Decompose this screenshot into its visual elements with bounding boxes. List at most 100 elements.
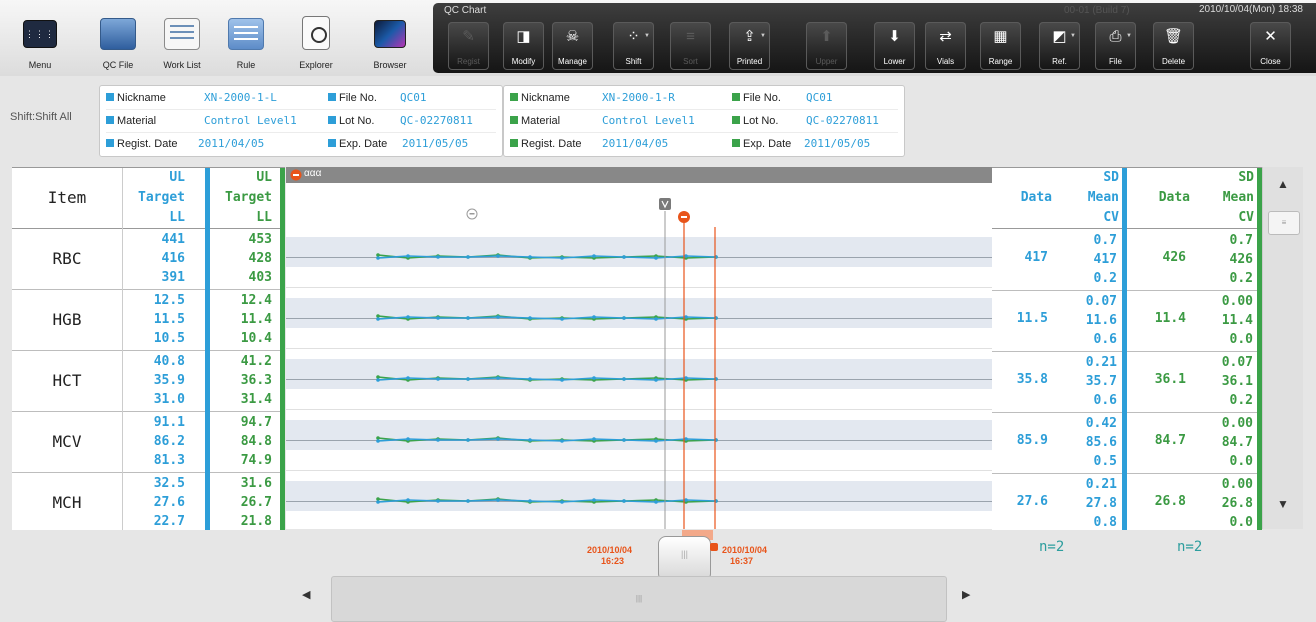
data-value-r: 36.1	[1154, 372, 1186, 387]
toolbar-regist-button[interactable]: ✎ Regist	[448, 22, 489, 70]
qc-file-button[interactable]: QC File	[86, 10, 150, 72]
cursor-left-label: 2010/10/04 16:23	[587, 545, 632, 567]
series-point	[496, 437, 500, 441]
info-row-dates: Regist. Date 2011/04/05 Exp. Date 2011/0…	[106, 134, 496, 154]
scroll-thumb[interactable]: ≡	[1268, 211, 1300, 235]
toolbar-button-label: Vials	[936, 57, 955, 66]
sd-value: 0.7	[1093, 233, 1117, 248]
info-row-dates: Regist. Date 2011/04/05 Exp. Date 2011/0…	[510, 134, 898, 154]
cursor-handle[interactable]: |||	[658, 536, 711, 580]
count-panel: n=2 n=2	[992, 530, 1316, 622]
toolbar-lower-button[interactable]: ⬇ Lower	[874, 22, 915, 70]
limits-row-mch[interactable]: MCH 32.5 27.6 22.7 31.6 26.7 21.8	[12, 472, 285, 534]
toolbar-button-label: Manage	[558, 57, 587, 66]
series-point	[496, 315, 500, 319]
series-point	[592, 376, 596, 380]
stats-row-hgb[interactable]: 11.5 0.07 11.6 0.6 11.4 0.00 11.4 0.0	[992, 290, 1262, 352]
ul-value: 32.5	[153, 476, 185, 491]
sd-value: 0.07	[1221, 355, 1253, 370]
series-point	[466, 316, 470, 320]
limits-header-r: UL Target LL	[210, 168, 277, 228]
data-value-l: 35.8	[1016, 372, 1048, 387]
series-point	[560, 439, 564, 443]
vertical-scrollbar[interactable]: ▲ ≡ ▼	[1262, 167, 1303, 529]
series-point	[406, 498, 410, 502]
limits-l: 441 416 391	[123, 230, 190, 287]
file-no-key: File No.	[339, 92, 377, 104]
toolbar-button-label: Printed	[736, 57, 763, 66]
series-point	[436, 316, 440, 320]
range-end-marker[interactable]	[710, 543, 718, 551]
work-list-button[interactable]: Work List	[150, 10, 214, 72]
limits-row-hgb[interactable]: HGB 12.5 11.5 10.5 12.4 11.4 10.4	[12, 289, 285, 351]
cv-value: 0.5	[1093, 454, 1117, 469]
ul-value: 12.4	[240, 293, 272, 308]
toolbar-vials-button[interactable]: ⇄ Vials	[925, 22, 966, 70]
scroll-down-button[interactable]: ▼	[1263, 497, 1303, 511]
toolbar-sort-button[interactable]: ≡ Sort	[670, 22, 711, 70]
toolbar-upper-button[interactable]: ⬆ Upper	[806, 22, 847, 70]
toolbar-range-button[interactable]: ▦ Range	[980, 22, 1021, 70]
target-value: 86.2	[153, 434, 185, 449]
nickname-value: XN-2000-1-L	[204, 91, 277, 104]
qc-limits-table: Item UL Target LL UL Target LL RBC 441 416…	[12, 167, 285, 534]
stats-row-mcv[interactable]: 85.9 0.42 85.6 0.5 84.7 0.00 84.7 0.0	[992, 412, 1262, 474]
scroll-up-button[interactable]: ▲	[1263, 177, 1303, 191]
series-point	[684, 376, 688, 380]
work-list-icon	[164, 18, 200, 50]
limits-row-hct[interactable]: HCT 40.8 35.9 31.0 41.2 36.3 31.4	[12, 350, 285, 412]
shift-label: Shift:Shift All	[10, 111, 72, 123]
toolbar-delete-button[interactable]: 🗑 Delete	[1153, 22, 1194, 70]
qc-chart-area[interactable]: ααα	[286, 167, 992, 532]
browser-button[interactable]: Browser	[358, 10, 422, 72]
scroll-right-button[interactable]: ▶	[962, 588, 970, 601]
menu-button[interactable]: ⋮⋮⋮ Menu	[8, 10, 72, 72]
stats-row-hct[interactable]: 35.8 0.21 35.7 0.6 36.1 0.07 36.1 0.2	[992, 351, 1262, 413]
limits-row-mcv[interactable]: MCV 91.1 86.2 81.3 94.7 84.8 74.9	[12, 411, 285, 473]
stats-r: 0.07 36.1 0.2	[1192, 353, 1253, 410]
regist-date-key: Regist. Date	[117, 138, 178, 150]
stats-l: 0.7 417 0.2	[1054, 231, 1117, 288]
series-point	[376, 500, 380, 504]
toolbar-shift-button[interactable]: ⁘ ▼ Shift	[613, 22, 654, 70]
series-point	[496, 376, 500, 380]
horizontal-scroll-track[interactable]: |||	[331, 576, 947, 622]
series-point	[496, 498, 500, 502]
toolbar-printed-button[interactable]: ⇪ ▼ Printed	[729, 22, 770, 70]
stats-row-mch[interactable]: 27.6 0.21 27.8 0.8 26.8 0.00 26.8 0.0	[992, 473, 1262, 535]
explorer-icon	[302, 16, 330, 50]
series-point	[622, 438, 626, 442]
series-point	[654, 317, 658, 321]
scroll-left-button[interactable]: ◀	[302, 588, 310, 601]
cv-value: 0.2	[1093, 271, 1117, 286]
limits-row-rbc[interactable]: RBC 441 416 391 453 428 403	[12, 228, 285, 290]
data-header: Data	[1020, 190, 1052, 205]
data-value-r: 426	[1162, 250, 1186, 265]
toolbar-file-button[interactable]: ⎙ ▼ File	[1095, 22, 1136, 70]
series-point	[654, 378, 658, 382]
target-value: 26.7	[240, 495, 272, 510]
series-point	[592, 437, 596, 441]
regist-icon: ✎	[462, 28, 475, 45]
toolbar-close-button[interactable]: ✕ Close	[1250, 22, 1291, 70]
n-count-left: n=2	[1039, 539, 1065, 555]
series-point	[684, 437, 688, 441]
horizontal-scrollbar[interactable]: ◀ ||| ▶	[286, 576, 992, 622]
toolbar-button-label: Upper	[815, 57, 838, 66]
toolbar-ref-button[interactable]: ◩ ▼ Ref.	[1039, 22, 1080, 70]
build-label: 00-01 (Build 7)	[1064, 5, 1130, 16]
lower-icon: ⬇	[888, 28, 901, 45]
ll-value: 403	[248, 270, 272, 285]
file-no-value: QC01	[806, 91, 833, 104]
toolbar-modify-button[interactable]: ◨ Modify	[503, 22, 544, 70]
rule-button[interactable]: Rule	[214, 10, 278, 72]
stats-row-rbc[interactable]: 417 0.7 417 0.2 426 0.7 426 0.2	[992, 229, 1262, 291]
ll-value: 81.3	[153, 453, 185, 468]
toolbar-button-label: Delete	[1161, 57, 1186, 66]
chart-plot[interactable]	[286, 167, 992, 529]
rule-icon	[228, 18, 264, 50]
qc-file-info-right: Nickname XN-2000-1-R File No. QC01 Mater…	[503, 85, 905, 157]
series-point	[376, 256, 380, 260]
toolbar-manage-button[interactable]: ☠ Manage	[552, 22, 593, 70]
explorer-button[interactable]: Explorer	[284, 10, 348, 72]
